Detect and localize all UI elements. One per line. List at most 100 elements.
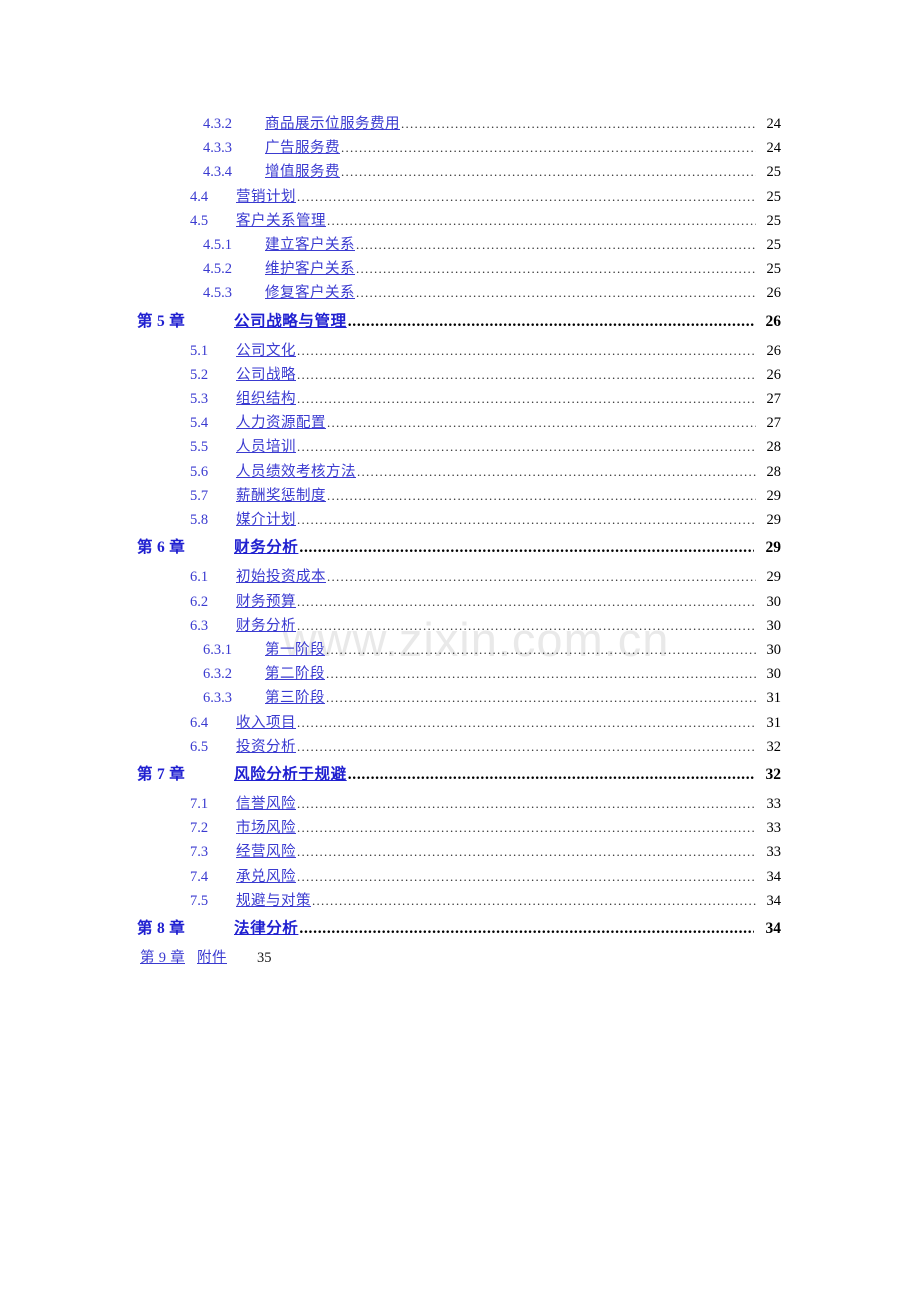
toc-entry-row[interactable]: 5.1 公司文化.................................… xyxy=(0,339,920,363)
toc-entry-row[interactable]: 7.4 承兑风险.................................… xyxy=(0,865,920,889)
toc-entry-row[interactable]: 4.5 客户关系管理...............................… xyxy=(0,209,920,233)
toc-chapter-row[interactable]: 第 5 章公司战略与管理............................… xyxy=(0,310,920,334)
toc-entry-number[interactable]: 6.2 xyxy=(0,590,236,614)
toc-entry-title[interactable]: 财务分析 xyxy=(236,614,296,638)
toc-entry-number[interactable]: 第 5 章 xyxy=(0,310,234,334)
toc-entry-title[interactable]: 人力资源配置 xyxy=(236,411,326,435)
toc-entry-title[interactable]: 投资分析 xyxy=(236,735,296,759)
toc-entry-row[interactable]: 6.5 投资分析.................................… xyxy=(0,735,920,759)
toc-entry-number[interactable]: 5.4 xyxy=(0,411,236,435)
toc-entry-number[interactable]: 6.5 xyxy=(0,735,236,759)
toc-entry-number[interactable]: 7.3 xyxy=(0,840,236,864)
toc-entry-row[interactable]: 6.3 财务分析.................................… xyxy=(0,614,920,638)
toc-entry-number[interactable]: 4.5.3 xyxy=(0,281,265,305)
toc-entry-number[interactable]: 6.3.2 xyxy=(0,662,265,686)
toc-entry-number[interactable]: 5.1 xyxy=(0,339,236,363)
toc-entry-number[interactable]: 4.5.2 xyxy=(0,257,265,281)
toc-entry-number[interactable]: 7.4 xyxy=(0,865,236,889)
toc-entry-title[interactable]: 第二阶段 xyxy=(265,662,325,686)
toc-entry-title[interactable]: 商品展示位服务费用 xyxy=(265,112,400,136)
toc-entry-title[interactable]: 初始投资成本 xyxy=(236,565,326,589)
toc-entry-title[interactable]: 附件 xyxy=(197,946,227,970)
toc-entry-number[interactable]: 5.2 xyxy=(0,363,236,387)
toc-entry-title[interactable]: 增值服务费 xyxy=(265,160,340,184)
toc-entry-title[interactable]: 第三阶段 xyxy=(265,686,325,710)
toc-entry-title[interactable]: 维护客户关系 xyxy=(265,257,355,281)
toc-entry-row[interactable]: 7.2 市场风险.................................… xyxy=(0,816,920,840)
toc-entry-number[interactable]: 6.1 xyxy=(0,565,236,589)
toc-entry-title[interactable]: 经营风险 xyxy=(236,840,296,864)
toc-entry-number[interactable]: 第 6 章 xyxy=(0,536,234,560)
toc-entry-number[interactable]: 5.8 xyxy=(0,508,236,532)
toc-entry-number[interactable]: 5.6 xyxy=(0,460,236,484)
toc-entry-title[interactable]: 修复客户关系 xyxy=(265,281,355,305)
toc-entry-title[interactable]: 收入项目 xyxy=(236,711,296,735)
toc-entry-number[interactable]: 4.5.1 xyxy=(0,233,265,257)
toc-entry-row[interactable]: 5.3 组织结构.................................… xyxy=(0,387,920,411)
toc-entry-title[interactable]: 广告服务费 xyxy=(265,136,340,160)
toc-entry-title[interactable]: 营销计划 xyxy=(236,185,296,209)
toc-entry-title[interactable]: 客户关系管理 xyxy=(236,209,326,233)
toc-entry-title[interactable]: 财务分析 xyxy=(234,536,298,560)
toc-entry-title[interactable]: 规避与对策 xyxy=(236,889,311,913)
toc-entry-number[interactable]: 6.4 xyxy=(0,711,236,735)
toc-entry-row[interactable]: 5.6 人员绩效考核方法.............................… xyxy=(0,460,920,484)
toc-entry-row[interactable]: 5.5 人员培训.................................… xyxy=(0,435,920,459)
toc-entry-number[interactable]: 5.5 xyxy=(0,435,236,459)
toc-entry-number[interactable]: 7.1 xyxy=(0,792,236,816)
toc-entry-number[interactable]: 4.4 xyxy=(0,185,236,209)
toc-entry-row[interactable]: 6.1 初始投资成本...............................… xyxy=(0,565,920,589)
toc-entry-number[interactable]: 4.3.3 xyxy=(0,136,265,160)
toc-entry-row[interactable]: 4.4 营销计划.................................… xyxy=(0,185,920,209)
toc-entry-row[interactable]: 4.5.1 建立客户关系.............................… xyxy=(0,233,920,257)
toc-entry-row[interactable]: 4.3.2 商品展示位服务费用..........................… xyxy=(0,112,920,136)
toc-entry-row[interactable]: 6.3.3 第三阶段...............................… xyxy=(0,686,920,710)
toc-entry-row[interactable]: 4.3.4 增值服务费..............................… xyxy=(0,160,920,184)
toc-entry-number[interactable]: 7.2 xyxy=(0,816,236,840)
toc-chapter-row[interactable]: 第 6 章财务分析...............................… xyxy=(0,536,920,560)
toc-chapter-row[interactable]: 第 7 章风险分析于规避............................… xyxy=(0,763,920,787)
toc-entry-row[interactable]: 第 9 章附件 35 xyxy=(0,946,920,970)
toc-entry-row[interactable]: 6.4 收入项目.................................… xyxy=(0,711,920,735)
toc-entry-title[interactable]: 法律分析 xyxy=(234,917,298,941)
toc-entry-title[interactable]: 媒介计划 xyxy=(236,508,296,532)
toc-entry-number[interactable]: 6.3.3 xyxy=(0,686,265,710)
toc-entry-title[interactable]: 薪酬奖惩制度 xyxy=(236,484,326,508)
toc-entry-row[interactable]: 4.5.3 修复客户关系.............................… xyxy=(0,281,920,305)
toc-entry-title[interactable]: 建立客户关系 xyxy=(265,233,355,257)
toc-entry-row[interactable]: 7.3 经营风险.................................… xyxy=(0,840,920,864)
toc-entry-number[interactable]: 4.3.2 xyxy=(0,112,265,136)
toc-entry-title[interactable]: 第一阶段 xyxy=(265,638,325,662)
toc-entry-title[interactable]: 组织结构 xyxy=(236,387,296,411)
toc-entry-title[interactable]: 风险分析于规避 xyxy=(234,763,347,787)
toc-entry-row[interactable]: 6.3.1 第一阶段...............................… xyxy=(0,638,920,662)
toc-entry-row[interactable]: 6.2 财务预算.................................… xyxy=(0,590,920,614)
toc-entry-number[interactable]: 第 7 章 xyxy=(0,763,234,787)
toc-entry-row[interactable]: 5.4 人力资源配置...............................… xyxy=(0,411,920,435)
toc-entry-title[interactable]: 人员培训 xyxy=(236,435,296,459)
toc-entry-number[interactable]: 6.3.1 xyxy=(0,638,265,662)
toc-entry-row[interactable]: 5.2 公司战略.................................… xyxy=(0,363,920,387)
toc-entry-number[interactable]: 第 8 章 xyxy=(0,917,234,941)
toc-entry-title[interactable]: 信誉风险 xyxy=(236,792,296,816)
toc-entry-title[interactable]: 公司文化 xyxy=(236,339,296,363)
toc-entry-row[interactable]: 5.8 媒介计划.................................… xyxy=(0,508,920,532)
toc-entry-row[interactable]: 7.5 规避与对策................................… xyxy=(0,889,920,913)
toc-entry-number[interactable]: 6.3 xyxy=(0,614,236,638)
toc-entry-number[interactable]: 5.3 xyxy=(0,387,236,411)
toc-entry-number[interactable]: 4.5 xyxy=(0,209,236,233)
toc-entry-number[interactable]: 第 9 章 xyxy=(0,946,185,970)
toc-entry-row[interactable]: 6.3.2 第二阶段...............................… xyxy=(0,662,920,686)
toc-entry-title[interactable]: 财务预算 xyxy=(236,590,296,614)
toc-entry-title[interactable]: 公司战略 xyxy=(236,363,296,387)
toc-entry-row[interactable]: 7.1 信誉风险.................................… xyxy=(0,792,920,816)
toc-entry-title[interactable]: 公司战略与管理 xyxy=(234,310,347,334)
toc-entry-title[interactable]: 市场风险 xyxy=(236,816,296,840)
toc-entry-number[interactable]: 4.3.4 xyxy=(0,160,265,184)
toc-entry-title[interactable]: 承兑风险 xyxy=(236,865,296,889)
toc-entry-row[interactable]: 5.7 薪酬奖惩制度...............................… xyxy=(0,484,920,508)
toc-chapter-row[interactable]: 第 8 章法律分析...............................… xyxy=(0,917,920,941)
toc-entry-number[interactable]: 7.5 xyxy=(0,889,236,913)
toc-entry-row[interactable]: 4.5.2 维护客户关系.............................… xyxy=(0,257,920,281)
toc-entry-row[interactable]: 4.3.3 广告服务费..............................… xyxy=(0,136,920,160)
